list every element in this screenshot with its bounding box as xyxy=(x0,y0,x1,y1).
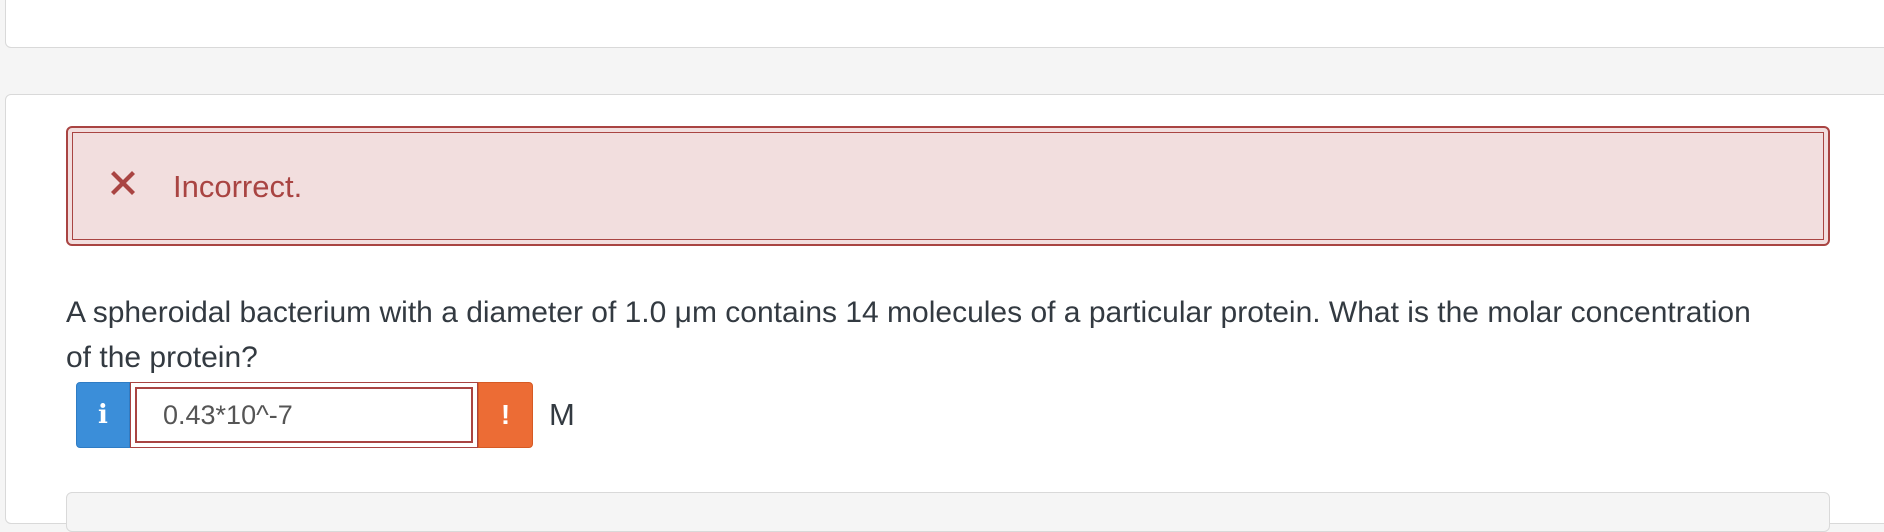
answer-input-wrapper xyxy=(130,382,478,448)
info-icon: i xyxy=(98,400,108,430)
answer-row: i ! M xyxy=(76,382,575,448)
warning-button[interactable]: ! xyxy=(478,382,533,448)
x-mark-icon xyxy=(111,171,135,195)
question-text: A spheroidal bacterium with a diameter o… xyxy=(66,296,1751,374)
feedback-alert-inner: Incorrect. xyxy=(72,132,1824,240)
feedback-message: Incorrect. xyxy=(173,169,303,204)
exclamation-icon: ! xyxy=(500,399,511,430)
feedback-alert: Incorrect. xyxy=(66,126,1830,246)
previous-panel xyxy=(5,0,1884,48)
info-button[interactable]: i xyxy=(76,382,130,448)
unit-label: M xyxy=(549,397,575,432)
answer-input[interactable] xyxy=(135,387,473,443)
next-section-panel xyxy=(66,492,1830,532)
